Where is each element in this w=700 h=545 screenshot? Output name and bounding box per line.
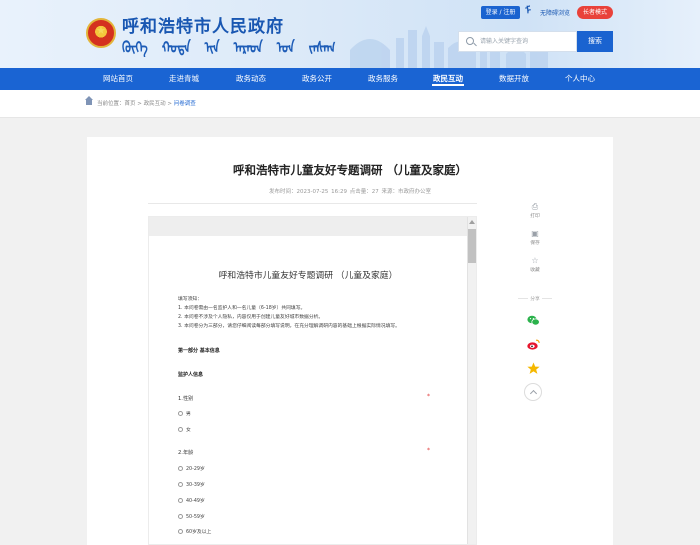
radio-option-label: 女: [186, 428, 191, 433]
print-button[interactable]: ⎙ 打印: [524, 202, 546, 219]
mongolian-title: ᠬᠥᠬᠡ ᠬᠣᠲᠠ ᠢᠨ ᠠᠷᠠᠳ ᠤᠨ ᠵᠠᠰᠠᠭ: [122, 38, 336, 57]
question-label: 1.性别: [178, 396, 194, 402]
survey-notice-line: 3. 本问卷分为三部分，请您仔细阅读每部分填写说明，在充分理解调研内容的基础上根…: [178, 324, 400, 329]
nav-item-home[interactable]: 网站首页: [103, 68, 133, 90]
nav-item-gov-news[interactable]: 政务动态: [236, 68, 266, 90]
radio-option-label: 男: [186, 412, 191, 417]
breadcrumb-section[interactable]: 政民互动: [144, 101, 166, 107]
nav-item-gov-disclosure[interactable]: 政务公开: [302, 68, 332, 90]
weibo-icon: [527, 339, 540, 350]
print-icon: ⎙: [531, 202, 539, 211]
scrollbar-track[interactable]: [467, 217, 476, 544]
radio-option-label: 50-59岁: [186, 515, 205, 520]
wechat-icon: [527, 315, 540, 326]
survey-notice-line: 2. 本问卷不涉及个人隐私，内容仅用于创建儿童友好城市数据分析。: [178, 315, 324, 320]
share-label: 分享: [528, 297, 542, 302]
nav-item-open-data[interactable]: 数据开放: [499, 68, 529, 90]
question-label: 2.年龄: [178, 450, 194, 456]
radio-option-label: 30-39岁: [186, 483, 205, 488]
radio-option[interactable]: [178, 498, 183, 503]
favorite-button[interactable]: ☆ 收藏: [524, 256, 546, 273]
elder-mode-button[interactable]: 长者模式: [577, 6, 613, 19]
survey-frame[interactable]: 呼和浩特市儿童友好专题调研 （儿童及家庭） 填写须知： 1. 本问卷需由一名监护…: [148, 216, 477, 545]
radio-option[interactable]: [178, 466, 183, 471]
nav-active-indicator: [432, 84, 464, 86]
weibo-share-button[interactable]: [526, 337, 541, 352]
favorite-icon: ☆: [531, 256, 539, 265]
radio-option[interactable]: [178, 529, 183, 534]
save-button[interactable]: ▣ 保存: [524, 229, 546, 246]
scroll-up-arrow-icon[interactable]: [469, 220, 475, 224]
breadcrumb-current[interactable]: 问卷调查: [174, 101, 196, 107]
radio-option[interactable]: [178, 411, 183, 416]
wechat-share-button[interactable]: [526, 313, 541, 328]
search-icon: [466, 37, 474, 45]
survey-subsection-heading: 监护人信息: [178, 372, 204, 378]
home-icon: [85, 96, 93, 105]
article-title: 呼和浩特市儿童友好专题调研 （儿童及家庭）: [232, 163, 467, 177]
survey-notice-heading: 填写须知：: [178, 297, 202, 302]
radio-option[interactable]: [178, 514, 183, 519]
scrollbar-thumb[interactable]: [468, 229, 476, 263]
survey-frame-header: [149, 217, 467, 236]
nav-item-gov-services[interactable]: 政务服务: [368, 68, 398, 90]
qzone-star-icon: [527, 362, 540, 374]
search-button[interactable]: 搜索: [577, 31, 613, 52]
breadcrumb-home[interactable]: 首页: [125, 101, 136, 107]
nav-item-personal-center[interactable]: 个人中心: [565, 68, 595, 90]
nav-item-about-city[interactable]: 走进青城: [169, 68, 199, 90]
radio-option[interactable]: [178, 427, 183, 432]
mongolian-version-icon[interactable]: ᠮ: [525, 5, 532, 19]
qzone-share-button[interactable]: [526, 361, 541, 376]
accessibility-link[interactable]: 无障碍浏览: [540, 8, 570, 17]
login-register-button[interactable]: 登录 / 注册: [481, 6, 520, 19]
radio-option-label: 20-29岁: [186, 467, 205, 472]
article-meta: 发布时间：2023-07-25 16:29 点击量：27 来源：市政府办公室: [268, 189, 432, 195]
survey-title: 呼和浩特市儿童友好专题调研 （儿童及家庭）: [218, 271, 398, 281]
search-input[interactable]: [480, 33, 574, 50]
breadcrumb-prefix: 当前位置：: [97, 101, 125, 107]
main-nav: 网站首页 走进青城 政务动态 政务公开 政务服务 政民互动 数据开放 个人中心: [0, 68, 700, 90]
nav-item-interaction[interactable]: 政民互动: [433, 68, 463, 90]
radio-option-label: 40-49岁: [186, 499, 205, 504]
survey-notice-line: 1. 本问卷需由一名监护人和一名儿童（6-18岁）共同填写。: [178, 306, 306, 311]
breadcrumb: 当前位置：首页 > 政民互动 > 问卷调查: [97, 101, 196, 107]
radio-option[interactable]: [178, 482, 183, 487]
back-to-top-button[interactable]: [524, 383, 542, 401]
national-emblem-logo: ★: [86, 18, 116, 48]
save-icon: ▣: [531, 229, 539, 238]
radio-option-label: 60岁及以上: [186, 530, 212, 535]
required-marker: *: [427, 447, 430, 454]
required-marker: *: [427, 393, 430, 400]
title-divider: [148, 203, 477, 204]
survey-part-heading: 第一部分 基本信息: [178, 348, 220, 354]
